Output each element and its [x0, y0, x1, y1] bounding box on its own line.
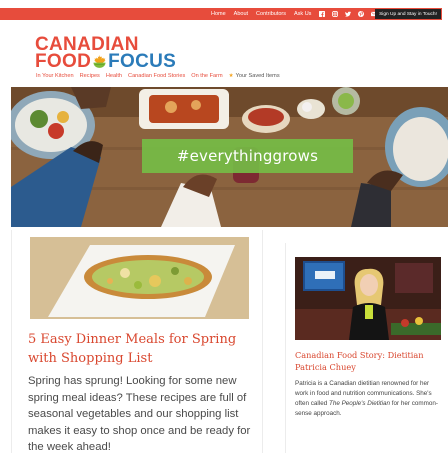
- nav-canadian-food-stories[interactable]: Canadian Food Stories: [128, 73, 185, 79]
- category-nav: In Your Kitchen Recipes Health Canadian …: [36, 73, 280, 79]
- facebook-icon[interactable]: [319, 11, 326, 17]
- nav-in-your-kitchen[interactable]: In Your Kitchen: [36, 73, 74, 79]
- signup-button[interactable]: Sign Up and Stay in Touch!: [375, 9, 441, 19]
- hero-hashtag[interactable]: #everythinggrows: [142, 139, 353, 173]
- story-image[interactable]: [295, 257, 441, 340]
- pinterest-icon[interactable]: [358, 11, 365, 17]
- feature-title[interactable]: 5 Easy Dinner Meals for Spring with Shop…: [28, 330, 258, 368]
- feature-description: Spring has sprung! Looking for some new …: [28, 375, 251, 453]
- top-nav: Home About Contributors Ask Us: [211, 9, 384, 19]
- nav-on-the-farm[interactable]: On the Farm: [191, 73, 222, 79]
- nav-health[interactable]: Health: [106, 73, 122, 79]
- nav-saved-items[interactable]: Your Saved Items: [236, 73, 280, 79]
- story-description: Patricia is a Canadian dietitian renowne…: [295, 380, 438, 417]
- top-nav-home[interactable]: Home: [211, 11, 226, 17]
- site-logo[interactable]: CANADIAN FOOD FOCUS: [35, 34, 177, 72]
- top-nav-ask-us[interactable]: Ask Us: [294, 11, 311, 17]
- twitter-icon[interactable]: [345, 11, 352, 17]
- logo-word-focus: FOCUS: [108, 51, 177, 72]
- top-nav-about[interactable]: About: [234, 11, 248, 17]
- top-bar: Home About Contributors Ask Us Sign Up a…: [0, 8, 442, 20]
- hero-banner[interactable]: #everythinggrows: [11, 87, 448, 227]
- maple-bowl-icon: [93, 55, 106, 68]
- instagram-icon[interactable]: [332, 11, 339, 17]
- top-nav-contributors[interactable]: Contributors: [256, 11, 286, 17]
- logo-line-canadian: CANADIAN: [35, 34, 139, 55]
- star-icon: ★: [228, 73, 234, 79]
- feature-image[interactable]: [30, 237, 249, 319]
- story-title[interactable]: Canadian Food Story: Dietitian Patricia …: [295, 350, 445, 373]
- logo-word-food: FOOD: [35, 51, 92, 72]
- nav-recipes[interactable]: Recipes: [80, 73, 100, 79]
